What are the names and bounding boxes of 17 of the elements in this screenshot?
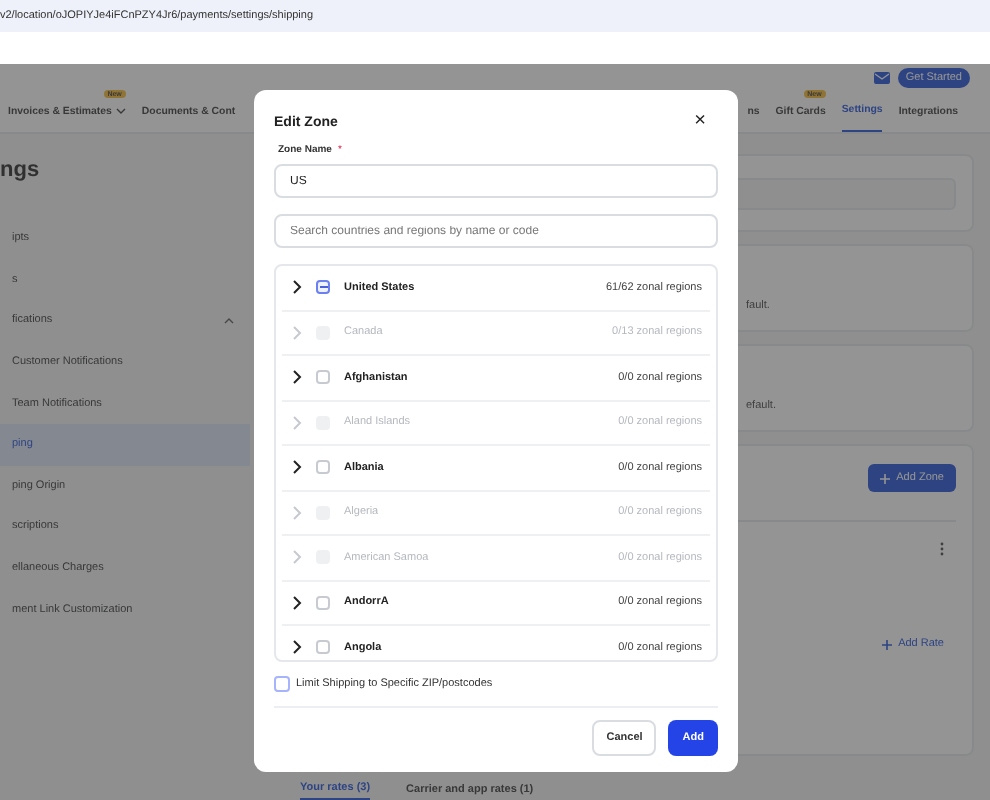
plus-icon	[880, 473, 891, 483]
checkbox[interactable]	[316, 640, 330, 655]
chevron-right-icon[interactable]	[292, 595, 302, 610]
chevron-right-icon[interactable]	[292, 280, 302, 295]
checkbox[interactable]	[316, 595, 330, 610]
checkbox[interactable]	[274, 676, 290, 692]
chevron-right-icon[interactable]	[292, 640, 302, 655]
checkbox[interactable]	[316, 460, 330, 475]
close-button[interactable]: ×	[682, 112, 718, 132]
plus-icon	[882, 639, 893, 649]
checkbox[interactable]	[316, 370, 330, 385]
chevron-right-icon[interactable]	[292, 460, 302, 475]
chevron-icon	[224, 317, 234, 324]
chevron-right-icon[interactable]	[292, 370, 302, 385]
checkbox[interactable]	[316, 280, 330, 295]
mail-icon[interactable]	[873, 71, 890, 83]
page-heading: ngs	[0, 158, 42, 182]
